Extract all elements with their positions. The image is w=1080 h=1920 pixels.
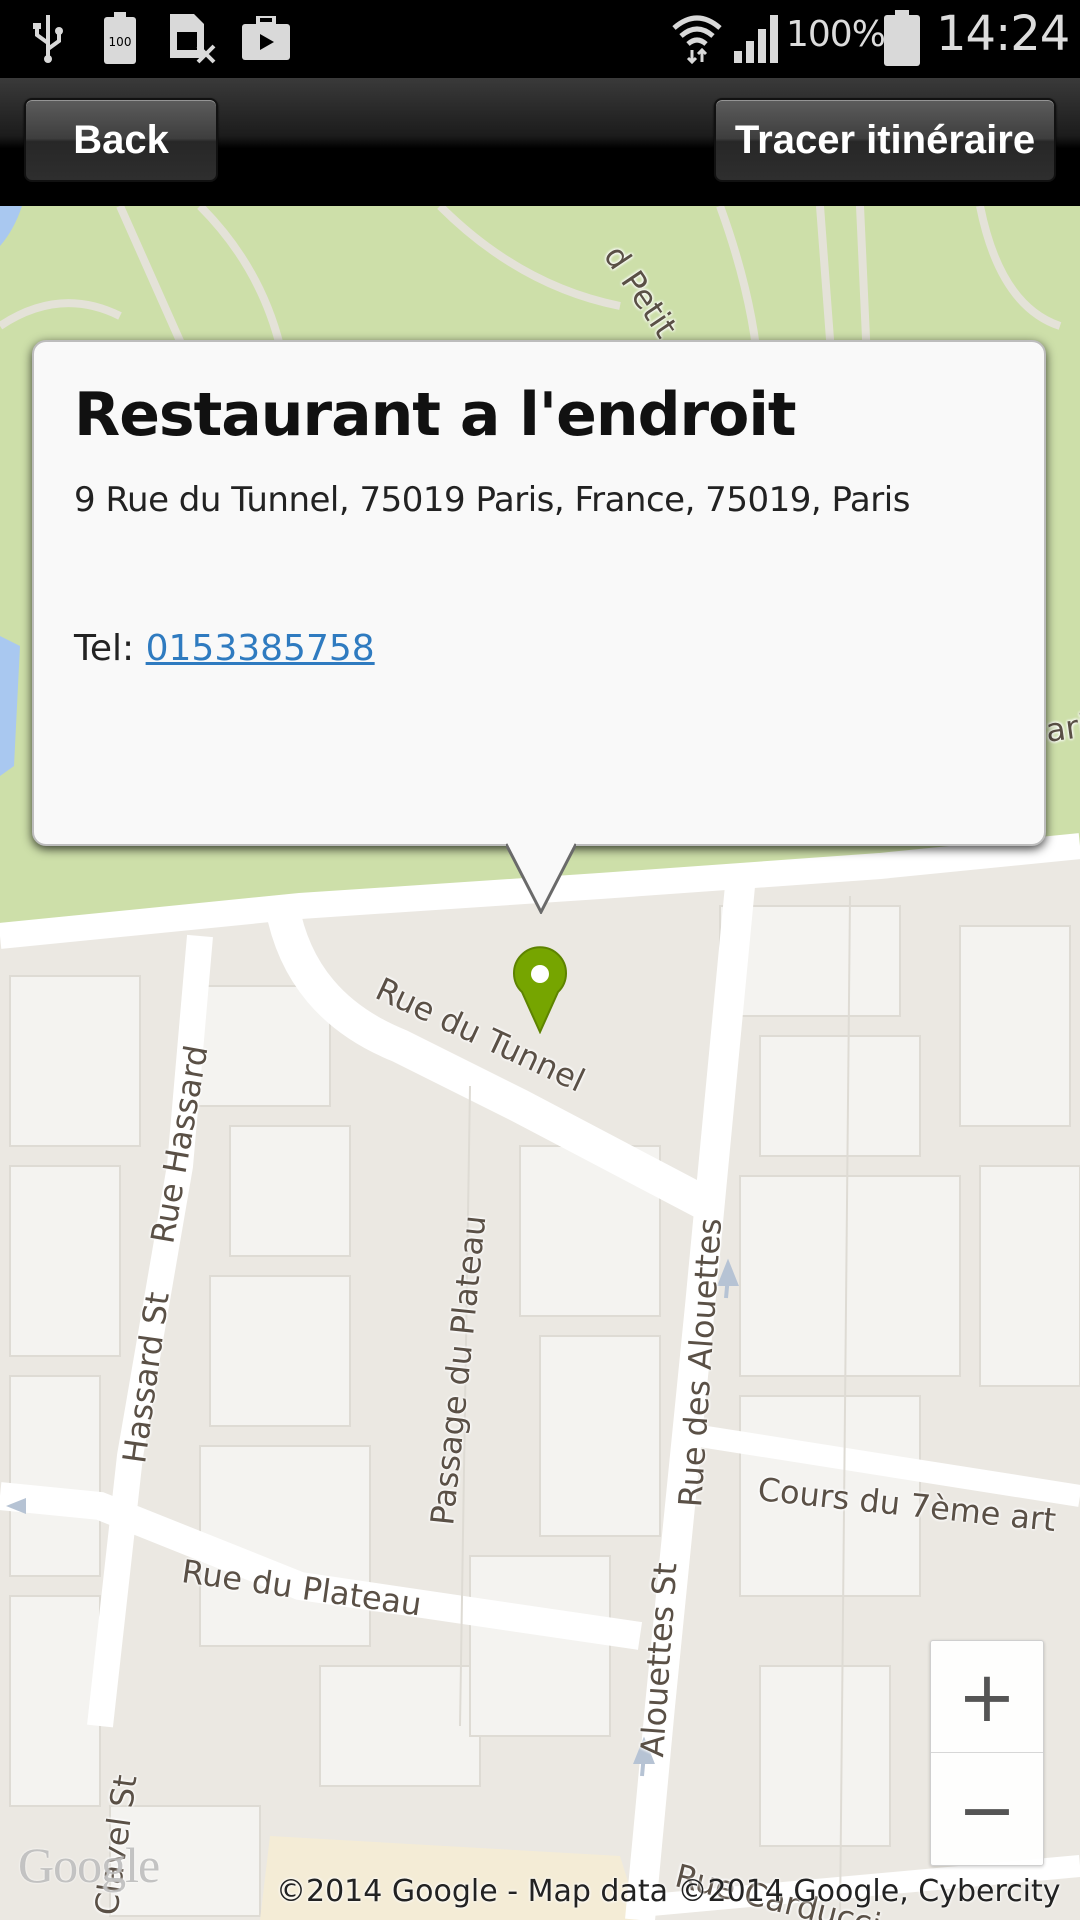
google-logo: Google — [18, 1837, 160, 1893]
briefcase-icon — [238, 10, 294, 66]
map-attribution[interactable]: ©2014 Google - Map data ©2014 Google, Cy… — [276, 1874, 1061, 1909]
clock: 14:24 — [936, 6, 1070, 62]
zoom-controls: + − — [930, 1640, 1044, 1866]
battery-percent: 100% — [786, 14, 886, 55]
zoom-in-button[interactable]: + — [931, 1641, 1043, 1753]
status-bar: 100 100% 14:24 — [0, 0, 1080, 78]
battery-icon — [882, 10, 922, 66]
phone-label: Tel: — [74, 628, 146, 669]
signal-icon — [730, 10, 782, 66]
zoom-out-button[interactable]: − — [931, 1754, 1043, 1866]
svg-text:100: 100 — [109, 35, 132, 49]
header-toolbar: Back Tracer itinéraire — [0, 78, 1080, 206]
street-label-ari: ari — [1043, 706, 1080, 750]
wifi-icon — [668, 10, 726, 66]
usb-icon — [28, 10, 68, 66]
back-button[interactable]: Back — [24, 98, 218, 182]
place-phone: Tel: 0153385758 — [74, 628, 1004, 669]
route-button[interactable]: Tracer itinéraire — [714, 98, 1056, 182]
battery-100-icon: 100 — [100, 10, 140, 66]
info-window: Restaurant a l'endroit 9 Rue du Tunnel, … — [32, 340, 1046, 846]
phone-link[interactable]: 0153385758 — [146, 628, 375, 669]
location-marker-icon[interactable] — [512, 946, 568, 1035]
no-sim-icon — [168, 10, 218, 66]
place-address: 9 Rue du Tunnel, 75019 Paris, France, 75… — [74, 480, 910, 520]
place-title: Restaurant a l'endroit — [74, 380, 797, 450]
